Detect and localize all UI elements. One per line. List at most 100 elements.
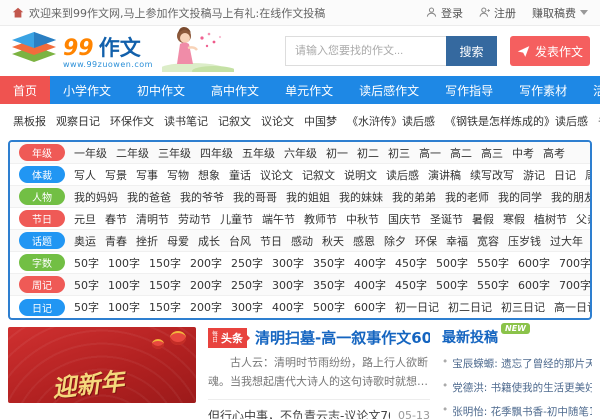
nav-item[interactable]: 读后感作文 [346, 76, 432, 104]
filter-link[interactable]: 台风 [229, 233, 251, 249]
filter-link[interactable]: 400字 [354, 277, 386, 293]
filter-link[interactable]: 压岁钱 [508, 233, 541, 249]
filter-link[interactable]: 中考 [512, 145, 534, 161]
filter-link[interactable]: 想象 [198, 167, 220, 183]
nav-item[interactable]: 写作素材 [506, 76, 580, 104]
filter-link[interactable]: 奥运 [74, 233, 96, 249]
filter-link[interactable]: 100字 [108, 299, 140, 315]
filter-link[interactable]: 写事 [136, 167, 158, 183]
filter-link[interactable]: 一年级 [74, 145, 107, 161]
filter-link[interactable]: 青春 [105, 233, 127, 249]
filter-link[interactable]: 节日 [260, 233, 282, 249]
new-year-banner[interactable]: 迎新年 [8, 327, 196, 403]
filter-link[interactable]: 500字 [436, 277, 468, 293]
filter-link[interactable]: 日记 [554, 167, 576, 183]
nav-item[interactable]: 初中作文 [124, 76, 198, 104]
filter-link[interactable]: 100字 [108, 255, 140, 271]
filter-link[interactable]: 我的爷爷 [180, 189, 224, 205]
nav-item[interactable]: 活动中心 [580, 76, 600, 104]
subnav-link[interactable]: 黑板报 [13, 113, 46, 129]
filter-link[interactable]: 250字 [231, 255, 263, 271]
filter-link[interactable]: 环保 [415, 233, 437, 249]
filter-link[interactable]: 读后感 [386, 167, 419, 183]
filter-category-pill[interactable]: 话题 [19, 232, 65, 249]
filter-link[interactable]: 二年级 [116, 145, 149, 161]
filter-link[interactable]: 感恩 [353, 233, 375, 249]
filter-link[interactable]: 700字 [559, 255, 590, 271]
filter-link[interactable]: 父亲节 [576, 211, 590, 227]
filter-link[interactable]: 100字 [108, 277, 140, 293]
filter-link[interactable]: 除夕 [384, 233, 406, 249]
filter-link[interactable]: 初一 [326, 145, 348, 161]
filter-link[interactable]: 我的姐姐 [286, 189, 330, 205]
filter-link[interactable]: 我的妹妹 [339, 189, 383, 205]
filter-category-pill[interactable]: 年级 [19, 144, 65, 161]
filter-link[interactable]: 教师节 [304, 211, 337, 227]
filter-link[interactable]: 我的爸爸 [127, 189, 171, 205]
latest-item[interactable]: 张明怡: 花季飘书香-初中随笔1200 [442, 404, 592, 419]
filter-link[interactable]: 50字 [74, 277, 99, 293]
filter-link[interactable]: 植树节 [534, 211, 567, 227]
subnav-link[interactable]: 《钢铁是怎样炼成的》读后感 [445, 113, 588, 129]
subnav-link[interactable]: 观察日记 [56, 113, 100, 129]
filter-link[interactable]: 感动 [291, 233, 313, 249]
nav-item[interactable]: 小学作文 [50, 76, 124, 104]
search-button[interactable]: 搜索 [446, 36, 497, 66]
filter-link[interactable]: 600字 [354, 299, 386, 315]
filter-link[interactable]: 初三 [388, 145, 410, 161]
filter-link[interactable]: 高三 [481, 145, 503, 161]
filter-link[interactable]: 500字 [436, 255, 468, 271]
filter-link[interactable]: 50字 [74, 299, 99, 315]
filter-link[interactable]: 过大年 [550, 233, 583, 249]
filter-link[interactable]: 周记 [585, 167, 590, 183]
filter-category-pill[interactable]: 人物 [19, 188, 65, 205]
subnav-link[interactable]: 环保作文 [110, 113, 154, 129]
filter-link[interactable]: 450字 [395, 255, 427, 271]
register-link[interactable]: 注册 [479, 5, 516, 21]
filter-category-pill[interactable]: 体裁 [19, 166, 65, 183]
filter-link[interactable]: 250字 [231, 277, 263, 293]
filter-link[interactable]: 高一 [419, 145, 441, 161]
filter-category-pill[interactable]: 周记 [19, 276, 65, 293]
filter-link[interactable]: 秋天 [322, 233, 344, 249]
filter-link[interactable]: 幸福 [446, 233, 468, 249]
filter-link[interactable]: 400字 [354, 255, 386, 271]
site-logo[interactable]: 99 作文 www.99zuowen.com [12, 32, 153, 69]
filter-link[interactable]: 母爱 [167, 233, 189, 249]
latest-item[interactable]: 党德洪: 书籍使我的生活更美好-关 [442, 380, 592, 395]
filter-link[interactable]: 50字 [74, 255, 99, 271]
filter-link[interactable]: 600字 [518, 277, 550, 293]
filter-link[interactable]: 圣诞节 [430, 211, 463, 227]
filter-link[interactable]: 我的朋友 [551, 189, 590, 205]
filter-link[interactable]: 成长 [198, 233, 220, 249]
filter-link[interactable]: 200字 [190, 277, 222, 293]
filter-category-pill[interactable]: 日记 [19, 299, 65, 316]
subnav-link[interactable]: 读书笔记 [164, 113, 208, 129]
article-list-item[interactable]: 但行心中事，不负青云志-议论文700字 [208, 407, 390, 419]
filter-link[interactable]: 童话 [229, 167, 251, 183]
filter-link[interactable]: 游记 [523, 167, 545, 183]
filter-link[interactable]: 600字 [518, 255, 550, 271]
filter-link[interactable]: 初二 [357, 145, 379, 161]
nav-item[interactable]: 高中作文 [198, 76, 272, 104]
nav-item[interactable]: 单元作文 [272, 76, 346, 104]
filter-link[interactable]: 六年级 [284, 145, 317, 161]
filter-link[interactable]: 300字 [272, 255, 304, 271]
filter-link[interactable]: 我的老师 [445, 189, 489, 205]
filter-category-pill[interactable]: 节日 [19, 210, 65, 227]
filter-link[interactable]: 元旦 [74, 211, 96, 227]
login-link[interactable]: 登录 [426, 5, 463, 21]
filter-category-pill[interactable]: 字数 [19, 254, 65, 271]
nav-item[interactable]: 写作指导 [432, 76, 506, 104]
filter-link[interactable]: 550字 [477, 255, 509, 271]
publish-essay-button[interactable]: 发表作文 [510, 36, 590, 66]
filter-link[interactable]: 初三日记 [501, 299, 545, 315]
filter-link[interactable]: 初一日记 [395, 299, 439, 315]
filter-link[interactable]: 清明节 [136, 211, 169, 227]
filter-link[interactable]: 高考 [543, 145, 565, 161]
filter-link[interactable]: 200字 [190, 299, 222, 315]
filter-link[interactable]: 350字 [313, 277, 345, 293]
subnav-link[interactable]: 中国梦 [304, 113, 337, 129]
filter-link[interactable]: 我的妈妈 [74, 189, 118, 205]
filter-link[interactable]: 国庆节 [388, 211, 421, 227]
